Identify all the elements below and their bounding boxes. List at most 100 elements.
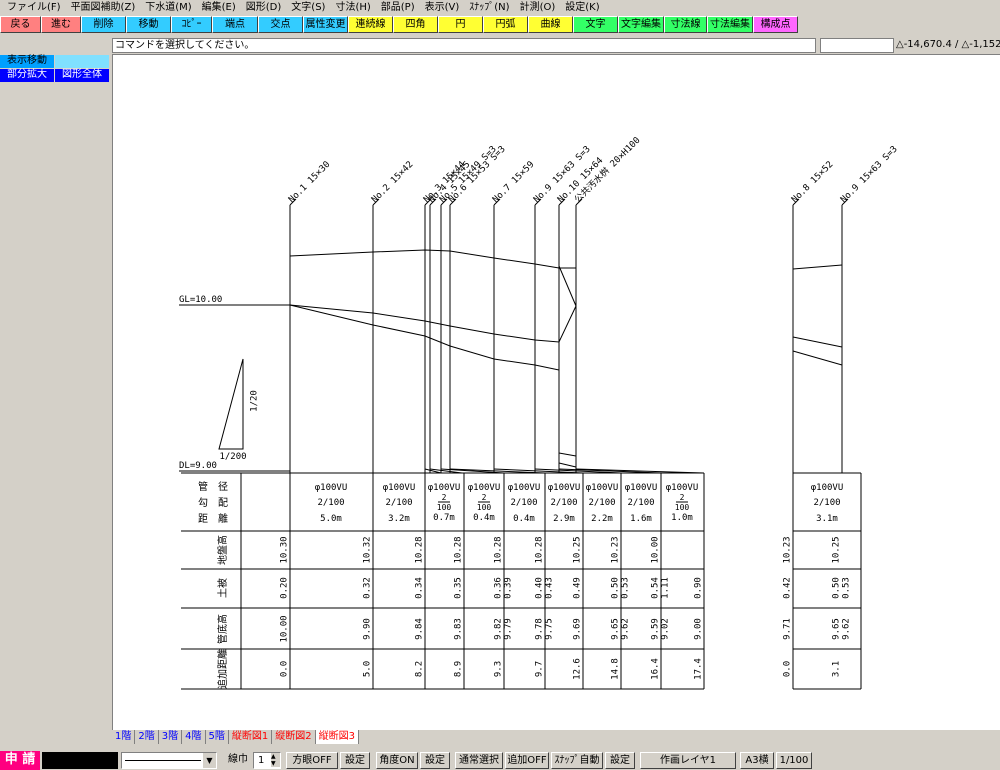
left-panel: 表示移動 部分拡大 図形全体 [0,54,112,730]
command-button[interactable]: 円弧 [483,16,528,33]
cumulative-distance-value: 0.0 [783,661,793,677]
scale-button[interactable]: 1/100 [776,752,812,769]
layer-tab[interactable]: 1階 [112,730,136,744]
ground-height-value: 10.00 [651,536,661,563]
cover-value: 0.43 [545,577,555,599]
layer-tab[interactable]: 4階 [182,730,206,744]
snap-toggle[interactable]: ｽﾅｯﾌﾟ自動 [551,752,603,769]
command-button[interactable]: 属性変更 [303,16,348,33]
menu-item[interactable]: 平面図補助(Z) [66,0,141,16]
invert-value: 9.59 [651,618,661,640]
menu-item[interactable]: 図形(D) [241,0,287,16]
pipe-end-line [558,462,577,468]
command-button[interactable]: 寸法線 [664,16,707,33]
angle-toggle[interactable]: 角度ON [376,752,418,769]
line-width-stepper[interactable]: 1 ▲ ▼ [253,752,281,769]
command-button[interactable]: 交点 [258,16,303,33]
append-toggle[interactable]: 追加OFF [505,752,549,769]
command-button[interactable]: 曲線 [528,16,573,33]
command-button[interactable]: 構成点 [753,16,798,33]
command-button[interactable]: 進む [41,16,81,33]
drawing-canvas[interactable]: No.1 15×30 No.2 15×42 No.3 15×44 No.4 15×45… [112,54,1000,730]
menu-item[interactable]: 寸法(H) [330,0,375,16]
zoom-all-button[interactable]: 図形全体 [55,69,109,82]
segment-pipe-spec: φ100VU [383,483,416,493]
layer-tab[interactable]: 縦断図1 [229,730,273,744]
menu-item[interactable]: 表示(V) [420,0,465,16]
dl-label: DL=9.00 [179,461,217,471]
invert-value: 9.00 [694,618,704,640]
command-button[interactable]: 端点 [212,16,258,33]
move-view-extra-button[interactable] [55,55,109,68]
snap-setting-button[interactable]: 設定 [605,752,635,769]
cover-value: 0.20 [280,577,290,599]
menu-item[interactable]: ｽﾅｯﾌﾟ(N) [464,0,514,16]
header-slope: 配 [218,497,228,509]
command-button[interactable]: 寸法編集 [707,16,753,33]
manhole-label: No.9 15×63 S=3 [839,144,900,205]
command-button[interactable]: 文字編集 [618,16,664,33]
segment-pipe-spec: φ100VU [468,483,501,493]
segment-grade: 2/100 [813,498,840,508]
segment-grade: 2/100 [627,498,654,508]
command-button[interactable]: ｺﾋﾟｰ [171,16,212,33]
app-badge: 申 請 [0,751,40,770]
cumulative-distance-value: 5.0 [363,661,373,677]
cumulative-distance-value: 0.0 [280,661,290,677]
segment-distance: 0.4m [513,514,535,524]
ground-line [289,249,576,269]
menu-item[interactable]: 計測(O) [515,0,561,16]
coordinate-input[interactable] [820,38,894,53]
select-mode-button[interactable]: 通常選択 [455,752,503,769]
menu-item[interactable]: 文字(S) [286,0,330,16]
menu-item[interactable]: 設定(K) [560,0,604,16]
grid-toggle[interactable]: 方眼OFF [286,752,338,769]
angle-setting-button[interactable]: 設定 [420,752,450,769]
slope-scale-h: 1/200 [219,452,246,462]
command-button[interactable]: 戻る [0,16,41,33]
layer-tab[interactable]: 縦断図2 [272,730,316,744]
manhole-label: No.7 15×59 [491,160,536,205]
stepper-down-icon[interactable]: ▼ [271,760,280,767]
zoom-part-button[interactable]: 部分拡大 [0,69,54,82]
color-swatch[interactable] [42,752,118,769]
chevron-down-icon[interactable]: ▼ [203,753,216,768]
segment-distance: 5.0m [320,514,342,524]
line-type-select[interactable]: ▼ [121,752,217,769]
command-button[interactable]: 文字 [573,16,618,33]
invert-value: 9.82 [494,618,504,640]
command-button[interactable]: 連続線 [348,16,393,33]
layer-button[interactable]: 作画レイヤ1 [640,752,736,769]
move-view-button[interactable]: 表示移動 [0,55,54,68]
paper-size-button[interactable]: A3横 [740,752,774,769]
segment-pipe-spec: φ100VU [666,483,699,493]
invert-value: 9.79 [504,618,514,640]
layer-tab[interactable]: 縦断図3 [315,730,359,744]
pipe-drop-line [558,265,577,307]
segment-pipe-spec: φ100VU [315,483,348,493]
menu-item[interactable]: 部品(P) [376,0,420,16]
layer-tab[interactable]: 5階 [206,730,229,744]
cumulative-distance-value: 8.9 [454,661,464,677]
segment-pipe-spec: φ100VU [428,483,461,493]
command-prompt: コマンドを選択してください。 [112,38,816,53]
invert-value: 10.00 [280,615,290,642]
segment-grade: 2/100 [550,498,577,508]
grid-setting-button[interactable]: 設定 [340,752,370,769]
command-button[interactable]: 削除 [81,16,126,33]
layer-tab[interactable]: 3階 [159,730,183,744]
command-button[interactable]: 四角 [393,16,438,33]
ground-height-value: 10.28 [535,536,545,563]
invert-value: 9.83 [454,618,464,640]
segment-pipe-spec: φ100VU [586,483,619,493]
command-button[interactable]: 移動 [126,16,171,33]
menu-item[interactable]: 下水道(M) [140,0,196,16]
manhole-label: No.2 15×42 [370,160,415,205]
menu-item[interactable]: 編集(E) [197,0,241,16]
header-dist: 距 [198,513,208,525]
layer-tab[interactable]: 2階 [135,730,159,744]
command-button[interactable]: 円 [438,16,483,33]
menu-item[interactable]: ファイル(F) [2,0,66,16]
cumulative-distance-value: 9.3 [494,661,504,677]
stepper-up-icon[interactable]: ▲ [271,753,280,760]
